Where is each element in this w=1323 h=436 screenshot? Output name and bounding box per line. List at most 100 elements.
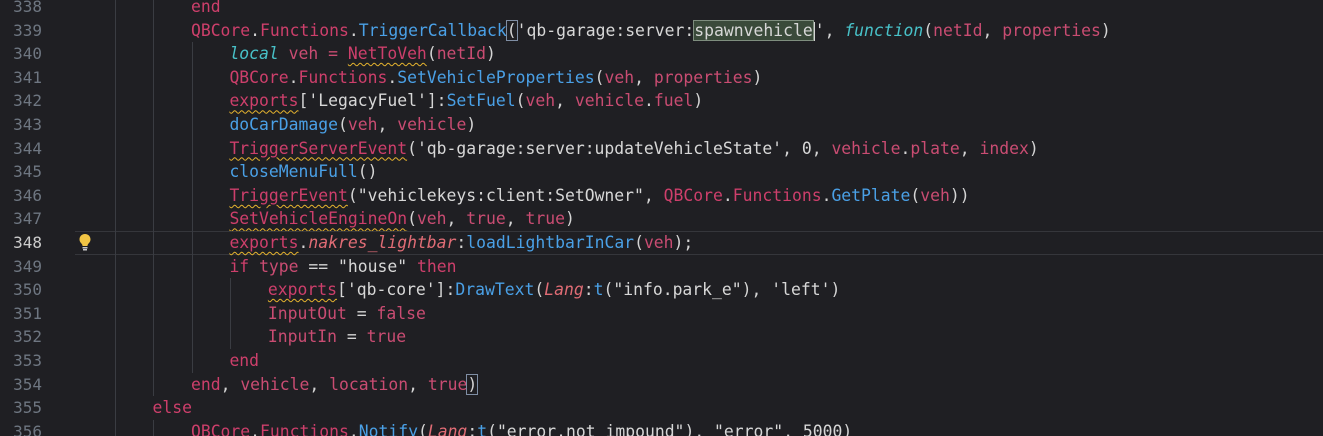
code-text[interactable]: TriggerServerEvent('qb-garage:server:upd… <box>229 137 1038 161</box>
indent-guide <box>153 254 155 279</box>
code-token: SetFuel <box>446 91 516 111</box>
code-text[interactable]: doCarDamage(veh, vehicle) <box>229 113 476 137</box>
indent-guide <box>230 301 232 326</box>
code-token: veh <box>643 233 674 252</box>
code-line[interactable]: 339 QBCore.Functions.TriggerCallback('qb-… <box>0 18 1323 43</box>
code-line[interactable]: 338 end <box>0 0 1323 19</box>
code-line[interactable]: 350 exports['qb-core']:DrawText(Lang:t("i… <box>0 278 1323 302</box>
code-token: false <box>376 303 426 323</box>
code-text[interactable]: exports['LegacyFuel']:SetFuel(veh, vehic… <box>229 89 703 113</box>
code-text[interactable]: exports.nakres_lightbar:loadLightbarInCa… <box>229 231 693 255</box>
code-token: = <box>336 327 367 347</box>
line-number: 349 <box>13 256 42 276</box>
code-line[interactable]: 343 doCarDamage(veh, vehicle) <box>0 113 1323 137</box>
code-line[interactable]: 355 else <box>0 396 1323 420</box>
code-token: , <box>220 374 241 394</box>
code-token: ( <box>347 185 358 205</box>
code-line[interactable]: 351 InputOut = false <box>0 301 1323 326</box>
code-line[interactable]: 341 QBCore.Functions.SetVehicleProperties… <box>0 65 1323 90</box>
code-text[interactable]: InputOut = false <box>268 302 426 326</box>
code-text[interactable]: TriggerEvent("vehiclekeys:client:SetOwne… <box>229 184 969 208</box>
code-token: SetVehicleEngineOn <box>229 209 408 229</box>
code-text[interactable]: if type == "house" then <box>229 255 456 279</box>
indent-guide <box>115 231 116 255</box>
indent-guide <box>115 278 116 302</box>
code-line[interactable]: 340 local veh = NetToVeh(netId) <box>0 42 1323 66</box>
code-line[interactable]: 347 SetVehicleEngineOn(veh, true, true) <box>0 207 1323 231</box>
indent-guide <box>153 42 155 66</box>
code-text[interactable]: end <box>229 349 259 373</box>
code-token: )) <box>949 185 970 205</box>
code-token: SetVehicleProperties <box>397 67 595 87</box>
code-token: () <box>357 162 378 182</box>
indent-guide <box>115 89 116 113</box>
lightbulb-icon[interactable] <box>77 233 93 251</box>
code-token: Notify <box>358 421 418 436</box>
indent-guide <box>191 42 193 66</box>
code-line[interactable]: 342 exports['LegacyFuel']:SetFuel(veh, ve… <box>0 89 1323 113</box>
code-line[interactable]: 354 end, vehicle, location, true) <box>0 372 1323 397</box>
line-number: 351 <box>13 303 42 323</box>
line-number: 341 <box>13 67 42 87</box>
code-token: 'left' <box>771 280 831 300</box>
code-line[interactable]: 344 TriggerServerEvent('qb-garage:server:… <box>0 136 1323 161</box>
code-token: , <box>982 20 1003 40</box>
code-token: ( <box>534 280 545 300</box>
code-token: veh = <box>278 44 348 64</box>
indent-guide <box>115 160 116 184</box>
code-token: . <box>821 185 832 205</box>
line-number: 342 <box>13 91 42 111</box>
code-line[interactable]: 353 end <box>0 349 1323 373</box>
code-text[interactable]: InputIn = true <box>268 325 406 349</box>
code-text[interactable]: end, vehicle, location, true) <box>191 373 479 397</box>
code-text[interactable]: exports['qb-core']:DrawText(Lang:t("info… <box>268 278 840 302</box>
code-line[interactable]: 352 InputIn = true <box>0 325 1323 349</box>
code-line[interactable]: 348 exports.nakres_lightbar:loadLightbarI… <box>0 231 1323 255</box>
code-token: : <box>467 421 478 436</box>
matched-bracket: ) <box>466 373 479 395</box>
code-text[interactable]: else <box>152 396 191 420</box>
code-text[interactable]: QBCore.Functions.SetVehicleProperties(ve… <box>229 66 762 90</box>
code-text[interactable]: closeMenuFull() <box>229 160 377 184</box>
code-token: properties <box>1002 20 1101 40</box>
indent-guide <box>153 160 155 184</box>
code-token: vehicle <box>831 138 901 158</box>
indent-guide <box>115 183 116 208</box>
code-token: ) <box>466 115 477 134</box>
code-line[interactable]: 346 TriggerEvent("vehiclekeys:client:SetO… <box>0 183 1323 208</box>
line-number: 340 <box>13 44 42 64</box>
code-token: . <box>250 421 261 436</box>
code-text[interactable]: SetVehicleEngineOn(veh, true, true) <box>229 207 574 231</box>
code-text[interactable]: QBCore.Functions.TriggerCallback('qb-gar… <box>191 19 1111 43</box>
code-token: ) <box>565 209 575 229</box>
indent-guide <box>191 231 193 255</box>
code-token: . <box>387 67 398 87</box>
code-token: ); <box>673 233 694 252</box>
indent-guide <box>115 42 116 66</box>
code-token: type <box>259 256 299 276</box>
code-token: . <box>643 91 654 111</box>
code-token: veh <box>920 185 950 205</box>
code-token: : <box>456 233 467 252</box>
code-token: TriggerServerEvent <box>229 138 408 158</box>
indent-guide <box>191 301 193 326</box>
code-token: ( <box>407 209 417 229</box>
code-text[interactable]: end <box>191 0 221 19</box>
code-editor[interactable]: 338 end 339 QBCore.Functions.TriggerCallbac… <box>0 0 1323 436</box>
code-text[interactable]: QBCore.Functions.Notify(Lang:t("error.no… <box>191 420 852 436</box>
indent-guide <box>115 254 116 279</box>
code-token: fuel <box>653 91 694 111</box>
code-line[interactable]: 345 closeMenuFull() <box>0 160 1323 184</box>
indent-guide <box>191 113 193 137</box>
code-token: 'qb-garage:server:updateVehicleState' <box>416 138 783 158</box>
code-line[interactable]: 349 if type == "house" then <box>0 254 1323 279</box>
code-token: TriggerCallback <box>358 20 507 40</box>
code-token: ) <box>842 421 853 436</box>
indent-guide <box>115 396 116 420</box>
code-token: "vehiclekeys:client:SetOwner" <box>357 185 644 205</box>
code-line[interactable]: 356 QBCore.Functions.Notify(Lang:t("error… <box>0 419 1323 436</box>
code-token: true <box>525 209 566 229</box>
code-token: ) <box>486 44 496 64</box>
code-text[interactable]: local veh = NetToVeh(netId) <box>229 42 495 66</box>
code-token: ( <box>417 421 428 436</box>
